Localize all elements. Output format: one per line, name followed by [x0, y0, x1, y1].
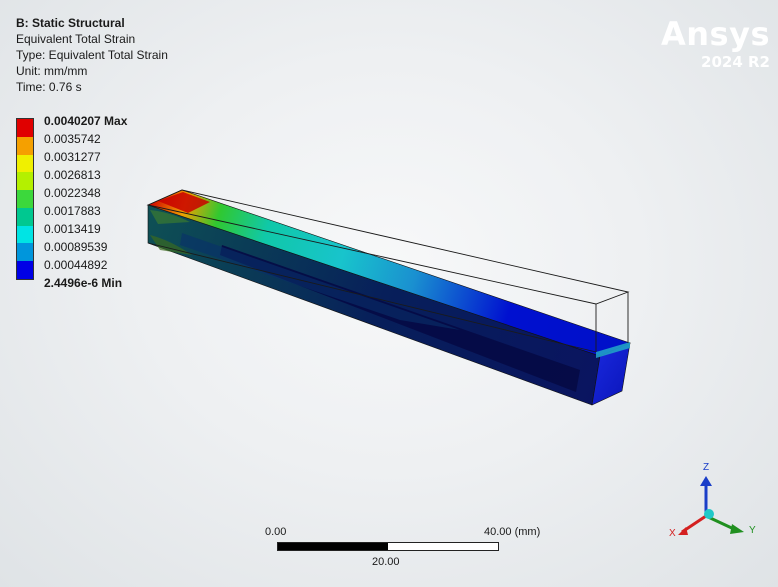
legend-swatch: [17, 154, 33, 173]
legend-max-label[interactable]: 0.0040207 Max: [44, 112, 127, 130]
analysis-title: B: Static Structural: [16, 16, 125, 30]
scale-start-label: 0.00: [265, 526, 287, 538]
legend-level-label[interactable]: 0.00089539: [44, 238, 127, 256]
y-axis-arrowhead: [730, 524, 744, 534]
result-type: Type: Equivalent Total Strain: [16, 48, 168, 62]
legend-swatch: [17, 172, 33, 191]
legend-swatch: [17, 207, 33, 226]
logo-version: 2024 R2: [701, 53, 770, 71]
x-axis-label: X: [669, 528, 676, 539]
scale-bar-fill: [278, 543, 388, 550]
result-info-header: B: Static Structural Equivalent Total St…: [16, 15, 168, 95]
z-axis-arrowhead: [700, 476, 712, 486]
z-axis-label: Z: [703, 462, 710, 473]
legend-swatch: [17, 190, 33, 208]
scale-end-label: 40.00 (mm): [484, 526, 541, 538]
scale-mid-label: 20.00: [372, 556, 400, 568]
scale-bar: [277, 542, 499, 551]
coordinate-triad[interactable]: Z Y X: [664, 458, 768, 548]
legend-swatch: [17, 243, 33, 262]
legend-level-label[interactable]: 0.0022348: [44, 184, 127, 202]
legend-labels: 0.0040207 Max 0.0035742 0.0031277 0.0026…: [44, 112, 127, 292]
triad-origin: [704, 509, 714, 519]
legend-level-label[interactable]: 0.00044892: [44, 256, 127, 274]
logo-brand: Ansys: [661, 15, 770, 53]
ansys-logo: Ansys 2024 R2: [661, 16, 770, 70]
result-name: Equivalent Total Strain: [16, 32, 136, 46]
legend-swatch: [17, 136, 33, 155]
result-unit: Unit: mm/mm: [16, 64, 88, 78]
legend-swatch: [17, 261, 33, 280]
legend-level-label[interactable]: 0.0013419: [44, 220, 127, 238]
scale-ruler: 0.00 40.00 (mm) 20.00: [262, 524, 552, 574]
legend-swatch: [17, 225, 33, 244]
legend-level-label[interactable]: 0.0017883: [44, 202, 127, 220]
graphics-viewport[interactable]: B: Static Structural Equivalent Total St…: [0, 0, 778, 587]
result-time: Time: 0.76 s: [16, 80, 82, 94]
legend-level-label[interactable]: 0.0026813: [44, 166, 127, 184]
y-axis-label: Y: [749, 525, 756, 536]
legend-level-label[interactable]: 0.0035742: [44, 130, 127, 148]
legend-level-label[interactable]: 0.0031277: [44, 148, 127, 166]
legend-swatch: [17, 119, 33, 137]
legend-color-bar: [16, 118, 34, 280]
legend-min-label[interactable]: 2.4496e-6 Min: [44, 274, 127, 292]
